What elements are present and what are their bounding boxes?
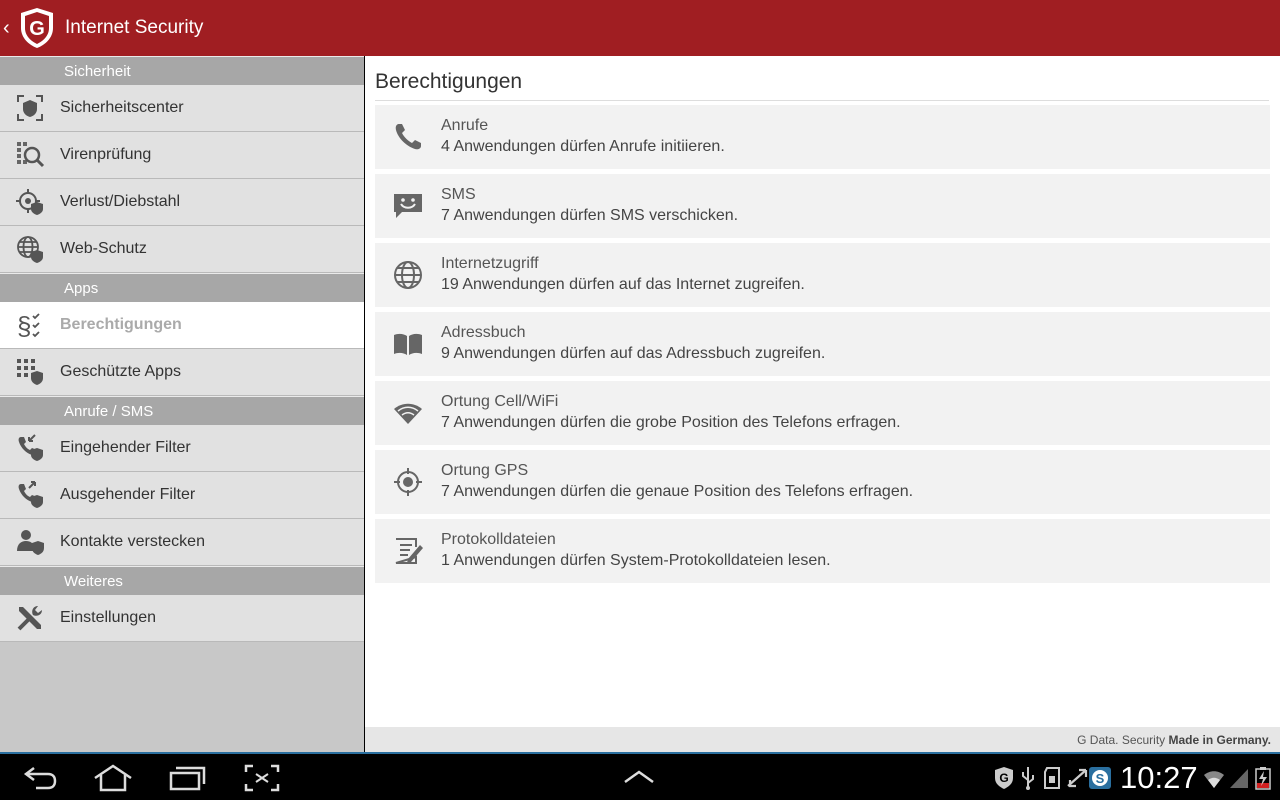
skype-icon: S <box>1088 766 1112 790</box>
permission-description: 19 Anwendungen dürfen auf das Internet z… <box>441 276 805 293</box>
permission-description: 7 Anwendungen dürfen die genaue Position… <box>441 483 914 500</box>
sidebar-item-berechtigungen[interactable]: § Berechtigungen <box>0 302 364 349</box>
permission-row-internetzugriff[interactable]: Internetzugriff 19 Anwendungen dürfen au… <box>375 243 1270 307</box>
permission-row-anrufe[interactable]: Anrufe 4 Anwendungen dürfen Anrufe initi… <box>375 105 1270 169</box>
permissions-list: Anrufe 4 Anwendungen dürfen Anrufe initi… <box>375 105 1270 588</box>
action-bar: ‹ G Internet Security <box>0 0 1280 56</box>
sidebar-item-eingehender-filter[interactable]: Eingehender Filter <box>0 425 364 472</box>
sidebar-item-label: Einstellungen <box>60 609 157 626</box>
sd-card-icon <box>1043 766 1061 790</box>
sidebar-item-label: Geschützte Apps <box>60 363 181 380</box>
usb-icon <box>1020 766 1036 790</box>
sidebar-item-label: Berechtigungen <box>60 316 182 333</box>
hide-contact-icon <box>0 519 60 566</box>
permission-title: SMS <box>441 186 476 203</box>
sidebar-item-kontakte-verstecken[interactable]: Kontakte verstecken <box>0 519 364 566</box>
sidebar-item-web-schutz[interactable]: Web-Schutz <box>0 226 364 273</box>
permission-title: Adressbuch <box>441 324 526 341</box>
permission-description: 7 Anwendungen dürfen die grobe Position … <box>441 414 901 431</box>
chevron-up-icon[interactable] <box>622 764 656 792</box>
section-header-anrufe-sms: Anrufe / SMS <box>0 396 364 425</box>
sidebar-item-sicherheitscenter[interactable]: Sicherheitscenter <box>0 85 364 132</box>
outgoing-filter-icon <box>0 472 60 519</box>
section-header-sicherheit: Sicherheit <box>0 56 364 85</box>
screenshot-button[interactable] <box>244 764 280 792</box>
permission-description: 7 Anwendungen dürfen SMS verschicken. <box>441 207 739 224</box>
permissions-check-icon: § <box>0 302 60 349</box>
incoming-filter-icon <box>0 425 60 472</box>
sidebar-item-label: Sicherheitscenter <box>60 99 184 116</box>
svg-text:G: G <box>999 771 1008 785</box>
log-file-icon <box>375 519 441 583</box>
gdata-logo-icon[interactable]: G <box>17 6 57 50</box>
battery-charging-icon <box>1255 766 1271 790</box>
app-title: Internet Security <box>65 17 204 38</box>
svg-text:S: S <box>1096 771 1105 786</box>
virus-scan-icon <box>0 132 60 179</box>
permission-row-protokolldateien[interactable]: Protokolldateien 1 Anwendungen dürfen Sy… <box>375 519 1270 583</box>
sidebar-item-label: Virenprüfung <box>60 146 152 163</box>
sidebar: Sicherheit Sicherheitscenter Virenprüfun… <box>0 56 364 752</box>
back-button[interactable] <box>20 764 60 792</box>
system-bar: G S 10:27 <box>0 752 1280 800</box>
section-header-apps: Apps <box>0 273 364 302</box>
permission-description: 9 Anwendungen dürfen auf das Adressbuch … <box>441 345 826 362</box>
permission-row-adressbuch[interactable]: Adressbuch 9 Anwendungen dürfen auf das … <box>375 312 1270 376</box>
permission-row-sms[interactable]: SMS 7 Anwendungen dürfen SMS verschicken… <box>375 174 1270 238</box>
globe-icon <box>375 243 441 307</box>
title-divider <box>375 100 1269 101</box>
permission-title: Internetzugriff <box>441 255 539 272</box>
globe-shield-icon <box>0 226 60 273</box>
gps-icon <box>375 450 441 514</box>
svg-text:§: § <box>17 311 31 340</box>
locate-shield-icon <box>0 179 60 226</box>
permission-title: Ortung Cell/WiFi <box>441 393 559 410</box>
wifi-signal-icon <box>1203 766 1225 790</box>
permission-description: 1 Anwendungen dürfen System-Protokolldat… <box>441 552 831 569</box>
book-icon <box>375 312 441 376</box>
sidebar-item-einstellungen[interactable]: Einstellungen <box>0 595 364 642</box>
sms-icon <box>375 174 441 238</box>
permission-title: Ortung GPS <box>441 462 529 479</box>
phone-icon <box>375 105 441 169</box>
sidebar-item-geschuetzte-apps[interactable]: Geschützte Apps <box>0 349 364 396</box>
back-caret-icon[interactable]: ‹ <box>3 18 17 38</box>
recent-apps-button[interactable] <box>168 764 208 792</box>
footer-bold: Made in Germany. <box>1168 733 1271 747</box>
permission-description: 4 Anwendungen dürfen Anrufe initiieren. <box>441 138 725 155</box>
footer-bar: G Data. Security Made in Germany. <box>365 727 1280 752</box>
tools-icon <box>0 595 60 642</box>
sidebar-item-ausgehender-filter[interactable]: Ausgehender Filter <box>0 472 364 519</box>
shield-target-icon <box>0 85 60 132</box>
permission-row-ortung-cell-wifi[interactable]: Ortung Cell/WiFi 7 Anwendungen dürfen di… <box>375 381 1270 445</box>
wifi-icon <box>375 381 441 445</box>
sidebar-item-label: Verlust/Diebstahl <box>60 193 181 210</box>
home-button[interactable] <box>92 764 134 792</box>
sidebar-item-label: Ausgehender Filter <box>60 486 196 503</box>
svg-text:G: G <box>29 18 45 40</box>
footer-prefix: G Data. Security <box>1077 733 1169 747</box>
sidebar-item-virenpruefung[interactable]: Virenprüfung <box>0 132 364 179</box>
sidebar-item-label: Eingehender Filter <box>60 439 191 456</box>
footer-tagline: G Data. Security Made in Germany. <box>1077 733 1271 747</box>
sidebar-item-label: Kontakte verstecken <box>60 533 205 550</box>
section-header-weiteres: Weiteres <box>0 566 364 595</box>
apps-shield-icon <box>0 349 60 396</box>
sidebar-item-label: Web-Schutz <box>60 240 147 257</box>
clock: 10:27 <box>1120 760 1198 795</box>
page-title: Berechtigungen <box>375 70 523 93</box>
sidebar-item-verlust-diebstahl[interactable]: Verlust/Diebstahl <box>0 179 364 226</box>
sync-icon <box>1066 766 1088 790</box>
permission-title: Protokolldateien <box>441 531 556 548</box>
permission-title: Anrufe <box>441 117 489 134</box>
cell-signal-icon <box>1229 766 1249 790</box>
permission-row-ortung-gps[interactable]: Ortung GPS 7 Anwendungen dürfen die gena… <box>375 450 1270 514</box>
gdata-status-icon: G <box>994 766 1014 790</box>
main-content: Berechtigungen Anrufe 4 Anwendungen dürf… <box>365 56 1280 752</box>
